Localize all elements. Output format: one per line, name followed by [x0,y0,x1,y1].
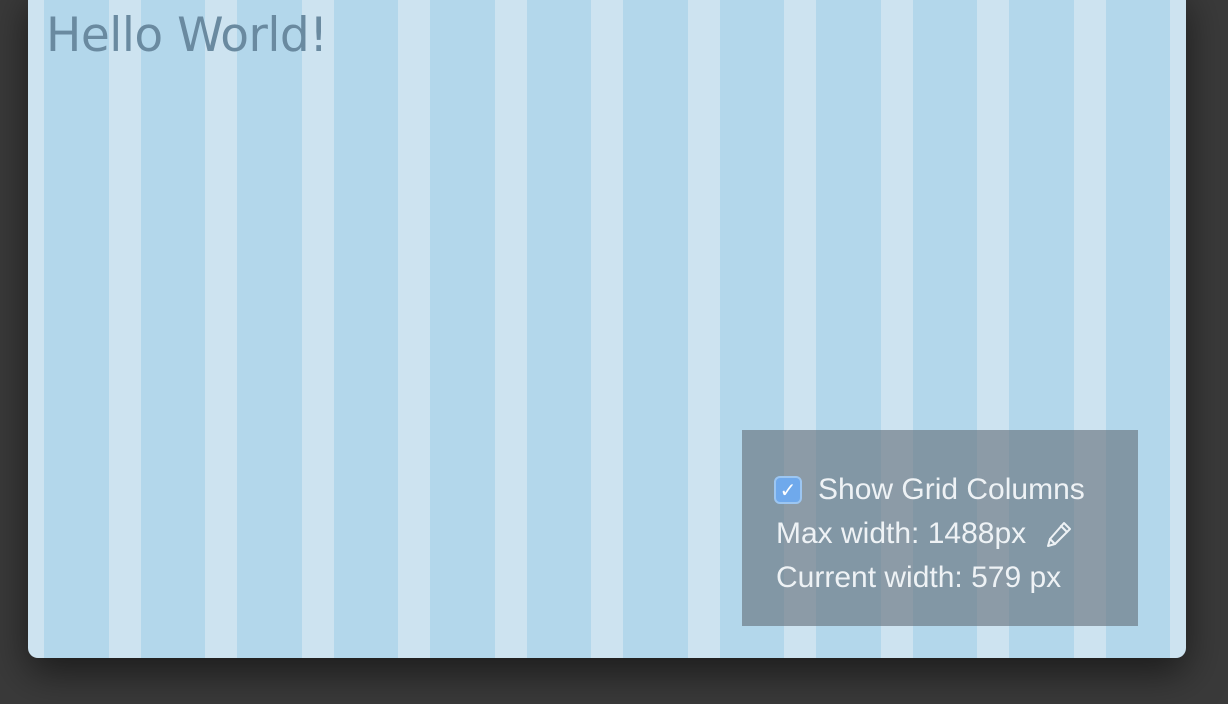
grid-column [237,0,302,658]
show-grid-columns-checkbox[interactable]: ✓ [774,476,802,504]
grid-settings-panel: ✓ Show Grid Columns Max width: 1488px Cu… [742,430,1138,626]
page-heading: Hello World! [46,8,328,63]
max-width-row: Max width: 1488px [774,512,1138,556]
current-width-row: Current width: 579 px [774,556,1138,600]
page-viewport: Hello World! ✓ Show Grid Columns Max wid… [28,0,1186,658]
current-width-label: Current width: 579 px [776,561,1062,594]
max-width-label: Max width: 1488px [776,517,1027,550]
show-grid-columns-row[interactable]: ✓ Show Grid Columns [774,468,1138,512]
grid-column [333,0,398,658]
pencil-icon[interactable] [1044,519,1074,549]
grid-column [430,0,495,658]
show-grid-columns-label[interactable]: Show Grid Columns [818,473,1085,507]
grid-column [526,0,591,658]
grid-column [44,0,109,658]
grid-column [623,0,688,658]
grid-column [140,0,205,658]
